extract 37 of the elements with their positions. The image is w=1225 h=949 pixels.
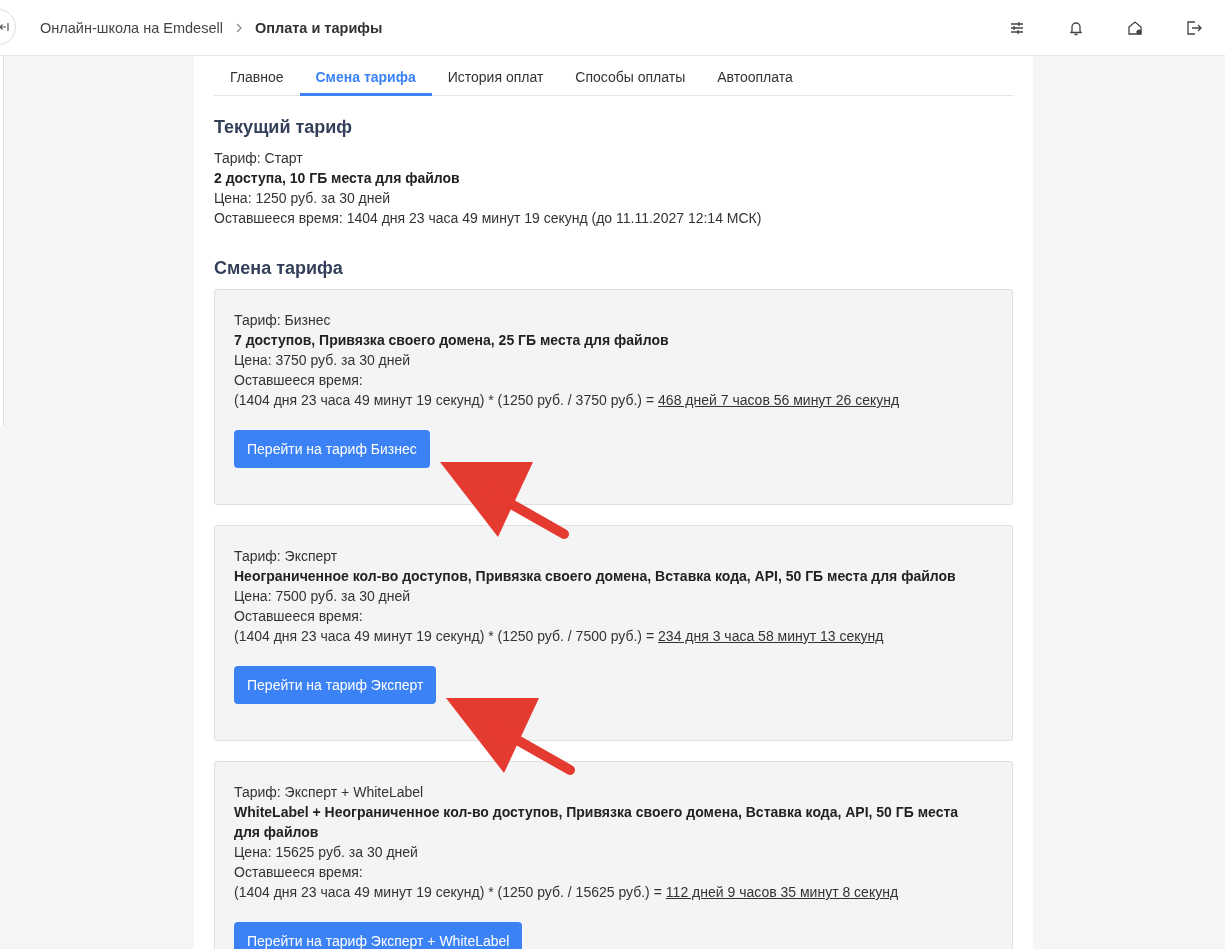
plan-features: Неограниченное кол-во доступов, Привязка своего домена, Вставка кода, API, 50 ГБ места для файлов <box>234 567 957 586</box>
switch-plan-button[interactable]: Перейти на тариф Бизнес <box>234 430 430 468</box>
plan-name: Тариф: Эксперт + WhiteLabel <box>234 783 425 802</box>
switch-plan-button[interactable]: Перейти на тариф Эксперт + WhiteLabel <box>234 922 523 949</box>
formula-text: (1404 дня 23 часа 49 минут 19 секунд) * (1250 руб. / 7500 руб.) = <box>234 627 655 646</box>
plan-features: WhiteLabel + Неограниченное кол-во доступов, Привязка своего домена, Вставка кода, API, 50 ГБ места для файлов <box>234 803 960 842</box>
plan-price: Цена: 1250 руб. за 30 дней <box>214 189 392 208</box>
section-title: Смена тарифа <box>214 258 344 279</box>
formula-result: 234 дня 3 часа 58 минут 13 секунд <box>658 627 884 646</box>
remaining-time-label: Оставшееся время: <box>234 607 364 626</box>
plan-features: 2 доступа, 10 ГБ места для файлов <box>214 169 461 188</box>
tab[interactable]: Главное <box>214 56 300 96</box>
plan-name: Тариф: Старт <box>214 149 304 168</box>
section-title: Текущий тариф <box>214 117 354 138</box>
collapse-icon <box>0 22 9 32</box>
plan-price: Цена: 3750 руб. за 30 дней <box>234 351 412 370</box>
plan-price: Цена: 15625 руб. за 30 дней <box>234 843 419 862</box>
formula-text: (1404 дня 23 часа 49 минут 19 секунд) * (1250 руб. / 15625 руб.) = <box>234 883 662 902</box>
remaining-time-label: Оставшееся время: <box>234 371 364 390</box>
formula-result: 112 дней 9 часов 35 минут 8 секунд <box>665 883 899 902</box>
tab[interactable]: Способы оплаты <box>559 56 702 96</box>
plan-features: 7 доступов, Привязка своего домена, 25 ГБ места для файлов <box>234 331 670 350</box>
remaining-time: Оставшееся время: 1404 дня 23 часа 49 минут 19 секунд (до 11.11.2027 12:14 МСК) <box>214 209 763 228</box>
switch-plan-button[interactable]: Перейти на тариф Эксперт <box>234 666 437 704</box>
chevron-right-icon <box>234 22 243 33</box>
tab[interactable]: Автооплата <box>701 56 809 96</box>
tab[interactable]: История оплат <box>431 56 560 96</box>
tab[interactable]: Смена тарифа <box>299 56 432 96</box>
remaining-time-label: Оставшееся время: <box>234 863 364 882</box>
formula-text: (1404 дня 23 часа 49 минут 19 секунд) * (1250 руб. / 3750 руб.) = <box>234 391 655 410</box>
formula-result: 468 дней 7 часов 56 минут 26 секунд <box>658 391 900 410</box>
plan-price: Цена: 7500 руб. за 30 дней <box>234 587 412 606</box>
breadcrumb-link[interactable]: Онлайн-школа на Emdesell <box>40 19 223 36</box>
logout-icon[interactable] <box>1185 18 1203 37</box>
plan-name: Тариф: Эксперт <box>234 547 339 566</box>
breadcrumb-current: Оплата и тарифы <box>254 19 383 36</box>
plan-name: Тариф: Бизнес <box>234 311 332 330</box>
